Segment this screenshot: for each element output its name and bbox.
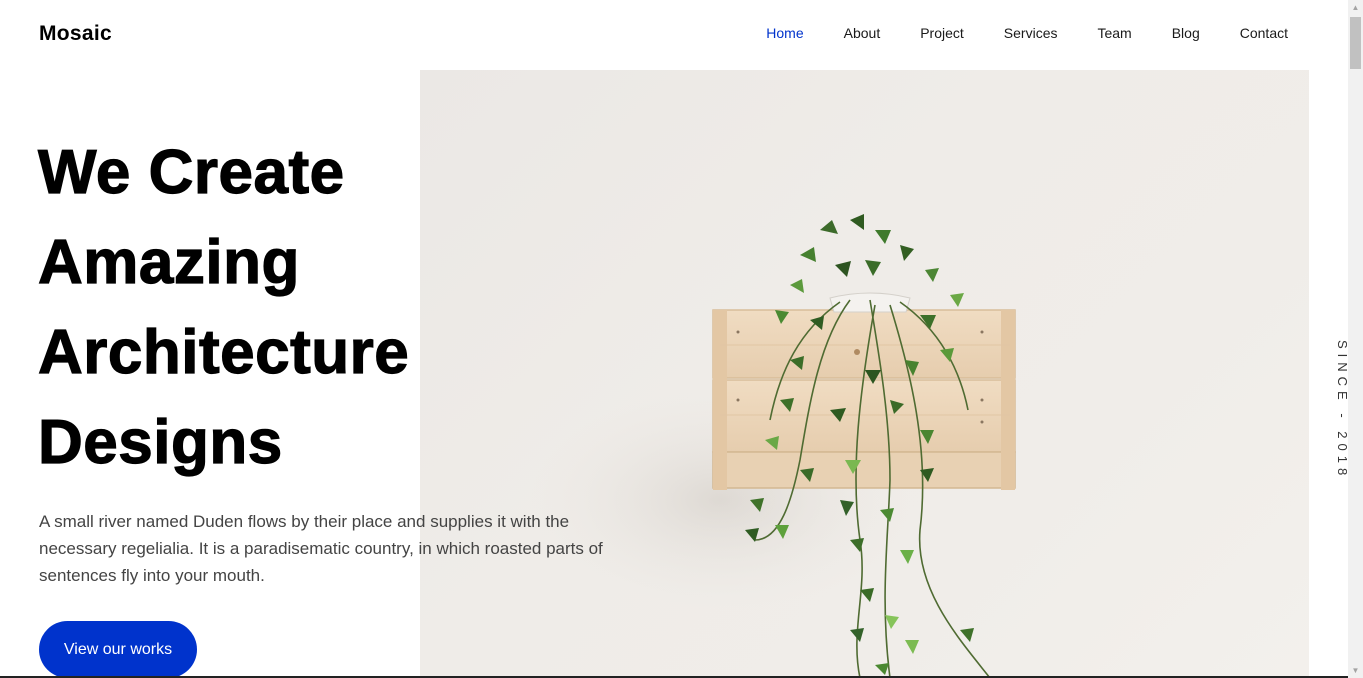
main-nav: Home About Project Services Team Blog Co… bbox=[746, 24, 1308, 42]
hero-title-line: Designs bbox=[37, 407, 283, 477]
nav-team[interactable]: Team bbox=[1077, 24, 1151, 42]
scroll-down-icon[interactable]: ▼ bbox=[1348, 663, 1363, 678]
page: Mosaic Home About Project Services Team … bbox=[0, 0, 1363, 678]
nav-project[interactable]: Project bbox=[900, 24, 984, 42]
nav-home[interactable]: Home bbox=[746, 24, 823, 42]
brand-logo[interactable]: Mosaic bbox=[39, 22, 112, 46]
wooden-crate bbox=[712, 309, 1016, 490]
nav-services[interactable]: Services bbox=[984, 24, 1078, 42]
scroll-up-icon[interactable]: ▲ bbox=[1348, 0, 1363, 15]
nav-about[interactable]: About bbox=[824, 24, 901, 42]
nav-contact[interactable]: Contact bbox=[1220, 24, 1308, 42]
hero-title-line: Amazing bbox=[37, 227, 300, 297]
nav-blog[interactable]: Blog bbox=[1152, 24, 1220, 42]
hero-title-line: Architecture bbox=[37, 317, 410, 387]
hero-description: A small river named Duden flows by their… bbox=[39, 512, 603, 585]
view-works-button[interactable]: View our works bbox=[39, 621, 197, 678]
hero-title: We Create Amazing Architecture Designs bbox=[37, 128, 410, 488]
scroll-thumb[interactable] bbox=[1350, 17, 1361, 69]
page-scrollbar[interactable]: ▲ ▼ bbox=[1348, 0, 1363, 678]
hero-title-line: We Create bbox=[37, 137, 345, 207]
